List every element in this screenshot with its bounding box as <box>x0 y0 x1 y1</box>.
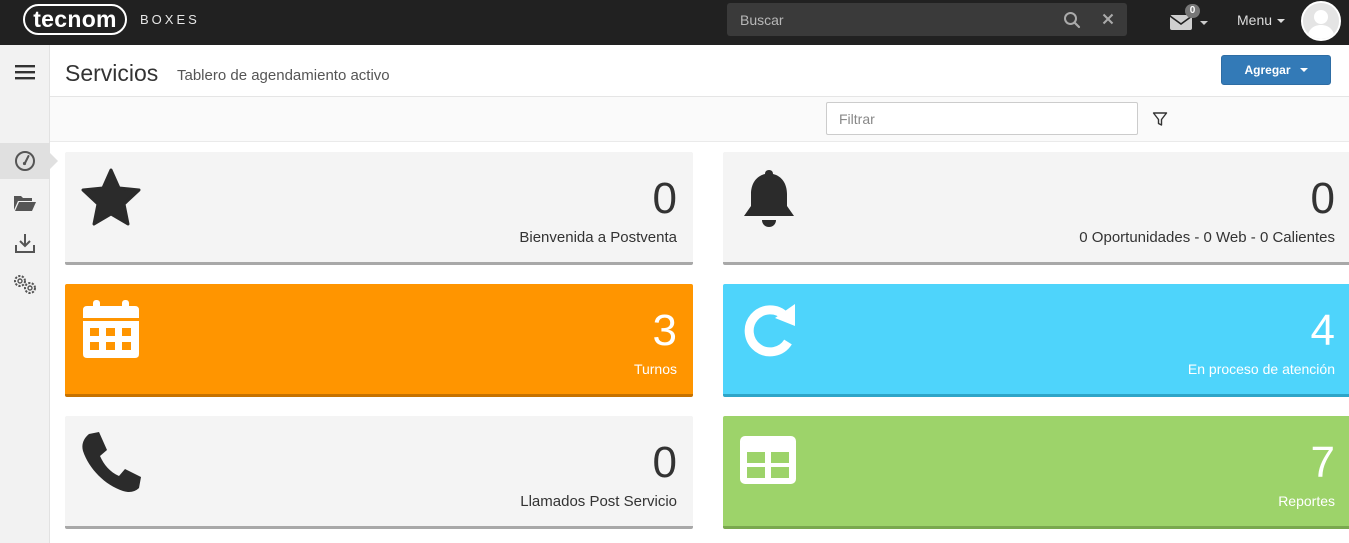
card-oportunidades[interactable]: 0 0 Oportunidades - 0 Web - 0 Calientes <box>723 152 1349 265</box>
add-button[interactable]: Agregar <box>1221 55 1331 85</box>
card-label: Bienvenida a Postventa <box>519 229 677 246</box>
gears-icon <box>14 275 36 294</box>
page-title: Servicios <box>65 60 159 86</box>
chevron-down-icon <box>1299 68 1308 72</box>
search-box <box>727 3 1127 36</box>
sidebar-item-folders[interactable] <box>0 185 50 221</box>
card-bienvenida[interactable]: 0 Bienvenida a Postventa <box>65 152 693 265</box>
download-tray-icon <box>15 234 35 253</box>
brand-product-name: BOXES <box>140 12 200 27</box>
dashboard-gauge-icon <box>15 151 35 171</box>
card-count: 3 <box>652 306 677 355</box>
card-label: Reportes <box>1278 493 1335 509</box>
close-icon[interactable] <box>1100 11 1116 27</box>
card-count: 7 <box>1310 438 1335 487</box>
folder-open-icon <box>14 196 36 211</box>
sidebar-item-downloads[interactable] <box>0 225 50 261</box>
table-icon <box>740 436 796 484</box>
card-turnos[interactable]: 3 Turnos <box>65 284 693 397</box>
refresh-icon <box>744 304 795 357</box>
card-label: Turnos <box>633 361 677 377</box>
card-count: 0 <box>1310 174 1335 223</box>
bell-icon <box>744 170 794 227</box>
user-silhouette-icon <box>1303 3 1339 39</box>
chevron-down-icon <box>1277 19 1286 24</box>
calendar-icon <box>83 300 139 358</box>
card-reportes[interactable]: 7 Reportes <box>723 416 1349 529</box>
brand-logo[interactable]: tecnom <box>23 4 127 35</box>
notification-badge: 0 <box>1185 4 1200 18</box>
card-label: 0 Oportunidades - 0 Web - 0 Calientes <box>1079 229 1335 246</box>
card-label: En proceso de atención <box>1187 361 1335 377</box>
hamburger-menu-button[interactable] <box>0 54 50 90</box>
menu-dropdown[interactable]: Menu <box>1237 12 1286 28</box>
star-icon <box>81 168 141 226</box>
card-label: Llamados Post Servicio <box>520 493 677 510</box>
sidebar <box>0 45 58 543</box>
filter-input[interactable] <box>826 102 1138 135</box>
card-count: 0 <box>652 438 677 487</box>
filter-funnel-icon[interactable] <box>1152 111 1168 127</box>
card-en-proceso[interactable]: 4 En proceso de atención <box>723 284 1349 397</box>
filter-bar <box>50 96 1349 142</box>
sidebar-item-dashboard[interactable] <box>0 143 58 179</box>
sidebar-item-settings[interactable] <box>0 266 50 302</box>
menu-label: Menu <box>1237 12 1273 28</box>
card-llamados[interactable]: 0 Llamados Post Servicio <box>65 416 693 529</box>
add-button-label: Agregar <box>1244 63 1291 77</box>
hamburger-menu-icon <box>15 65 35 80</box>
search-icon[interactable] <box>1063 11 1081 29</box>
top-navbar: tecnom BOXES 0 Menu <box>0 0 1349 45</box>
phone-icon <box>82 432 141 492</box>
page-subtitle: Tablero de agendamiento activo <box>177 67 390 84</box>
search-input[interactable] <box>727 3 1057 36</box>
card-count: 0 <box>652 174 677 223</box>
avatar[interactable] <box>1301 1 1341 41</box>
card-count: 4 <box>1310 306 1335 355</box>
